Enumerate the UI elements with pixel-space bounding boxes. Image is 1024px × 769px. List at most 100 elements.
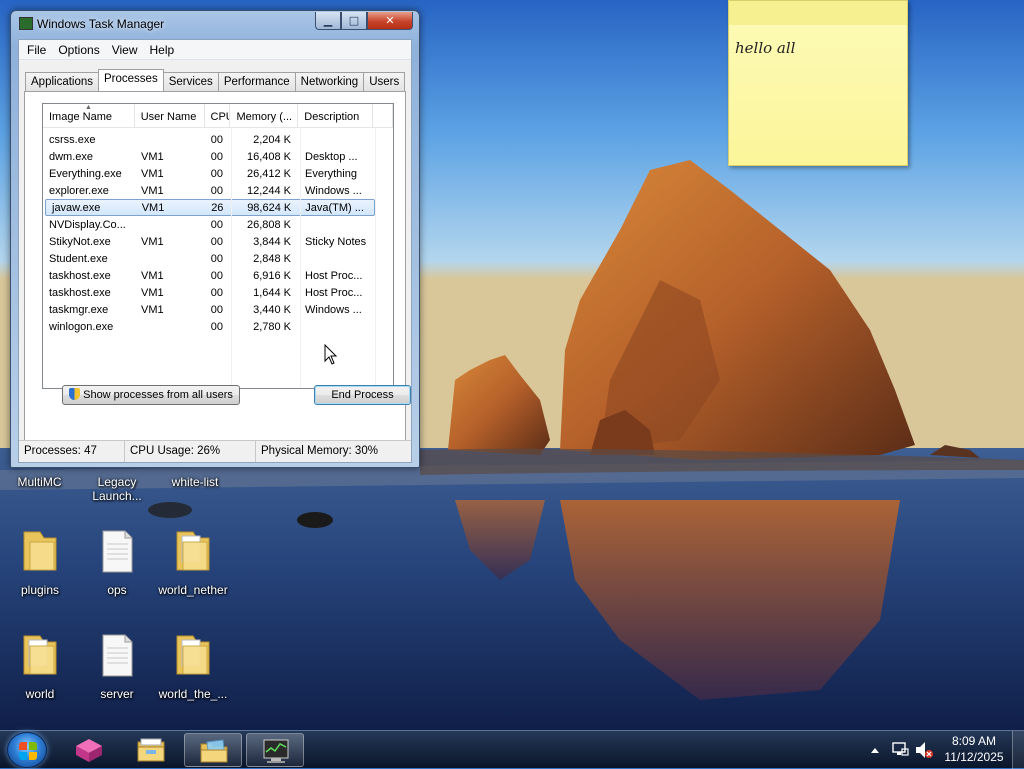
tab-services[interactable]: Services	[162, 72, 219, 91]
desktop-icon-label: world_nether	[158, 583, 228, 597]
process-user-name: VM1	[141, 201, 165, 214]
minimize-button[interactable]: ▁	[315, 12, 341, 30]
menu-bar: File Options View Help	[19, 40, 411, 60]
process-description: Sticky Notes	[305, 235, 367, 248]
clock-time: 8:09 AM	[951, 734, 997, 748]
process-image-name: StikyNot.exe	[49, 235, 111, 248]
column-image-name[interactable]: ▲ Image Name	[43, 104, 135, 127]
process-image-name: NVDisplay.Co...	[49, 218, 126, 231]
taskbar-task-manager[interactable]	[246, 733, 304, 767]
desktop-label-legacy-launcher[interactable]: Legacy Launch...	[88, 475, 146, 503]
sticky-note-text[interactable]: hello all	[735, 39, 795, 57]
process-description: Windows ...	[305, 184, 362, 197]
status-processes: Processes: 47	[19, 441, 125, 462]
process-list[interactable]: ▲Image Name User Name CPU Memory (... De…	[42, 103, 394, 389]
process-memory: 3,844 K	[253, 235, 291, 248]
tab-networking[interactable]: Networking	[294, 72, 365, 91]
desktop-label-multimc[interactable]: MultiMC	[12, 475, 67, 489]
show-all-processes-button[interactable]: Show processes from all users	[62, 385, 240, 405]
desktop-icon-label: world	[25, 687, 55, 701]
sticky-note-titlebar[interactable]	[729, 1, 907, 25]
process-description: Windows ...	[305, 303, 362, 316]
process-cpu: 00	[210, 133, 223, 146]
process-memory: 1,644 K	[253, 286, 291, 299]
table-row[interactable]: taskmgr.exe VM1 00 3,440 K Windows ...	[43, 301, 393, 318]
process-cpu: 00	[210, 235, 223, 248]
menu-help[interactable]: Help	[144, 43, 181, 57]
desktop-icon-world-nether[interactable]: world_nether	[153, 528, 233, 597]
process-image-name: taskmgr.exe	[49, 303, 109, 316]
process-cpu: 00	[210, 150, 223, 163]
table-row[interactable]: Everything.exe VM1 00 26,412 K Everything	[43, 165, 393, 182]
process-list-header: ▲Image Name User Name CPU Memory (... De…	[43, 104, 393, 128]
start-button[interactable]	[7, 732, 47, 768]
process-cpu: 00	[210, 286, 223, 299]
process-cpu: 00	[210, 218, 223, 231]
process-user-name: VM1	[141, 303, 164, 316]
process-description: Everything	[305, 167, 357, 180]
tab-users[interactable]: Users	[363, 72, 406, 91]
desktop-icon-server[interactable]: server	[77, 632, 157, 701]
column-user-name[interactable]: User Name	[135, 104, 205, 127]
desktop-icon-label: plugins	[20, 583, 60, 597]
process-description: Desktop ...	[305, 150, 358, 163]
process-memory: 26,808 K	[246, 218, 291, 231]
column-memory[interactable]: Memory (...	[230, 104, 299, 127]
desktop-icon-ops[interactable]: ops	[77, 528, 157, 597]
sort-ascending-icon: ▲	[85, 104, 92, 111]
show-hidden-icons-arrow[interactable]	[868, 731, 882, 769]
table-row[interactable]: winlogon.exe 00 2,780 K	[43, 318, 393, 335]
table-row[interactable]: explorer.exe VM1 00 12,244 K Windows ...	[43, 182, 393, 199]
process-description: Host Proc...	[305, 269, 363, 282]
menu-file[interactable]: File	[21, 43, 52, 57]
desktop-icon-plugins[interactable]: plugins	[0, 528, 80, 597]
column-cpu[interactable]: CPU	[205, 104, 231, 127]
taskbar-folder-window[interactable]	[184, 733, 242, 767]
volume-muted-icon[interactable]	[914, 731, 934, 769]
process-memory: 2,848 K	[253, 252, 291, 265]
table-row[interactable]: taskhost.exe VM1 00 1,644 K Host Proc...	[43, 284, 393, 301]
desktop-label-white-list[interactable]: white-list	[165, 475, 225, 489]
column-description[interactable]: Description	[298, 104, 374, 127]
folder-icon	[176, 531, 210, 571]
windows-logo-icon	[19, 742, 37, 760]
network-icon[interactable]	[890, 731, 910, 769]
process-cpu: 00	[210, 269, 223, 282]
desktop-icon-world[interactable]: world	[0, 632, 80, 701]
column-divider	[231, 128, 232, 388]
caption-buttons: ▁ □ ✕	[315, 12, 413, 30]
task-manager-window[interactable]: Windows Task Manager ▁ □ ✕ File Options …	[10, 10, 420, 468]
tab-processes[interactable]: Processes	[98, 69, 164, 91]
process-user-name: VM1	[141, 269, 164, 282]
menu-options[interactable]: Options	[52, 43, 105, 57]
process-image-name: csrss.exe	[49, 133, 96, 146]
process-user-name: VM1	[141, 150, 164, 163]
desktop-icon-world-the-end[interactable]: world_the_...	[153, 632, 233, 701]
end-process-button[interactable]: End Process	[314, 385, 411, 405]
process-memory: 12,244 K	[246, 184, 291, 197]
table-row[interactable]: csrss.exe 00 2,204 K	[43, 131, 393, 148]
taskbar-clock[interactable]: 8:09 AM 11/12/2025	[940, 733, 1008, 765]
taskbar-file-explorer[interactable]	[122, 733, 180, 767]
tab-performance[interactable]: Performance	[217, 72, 296, 91]
tab-applications[interactable]: Applications	[25, 72, 100, 91]
table-row[interactable]: NVDisplay.Co... 00 26,808 K	[43, 216, 393, 233]
process-memory: 16,408 K	[246, 150, 291, 163]
table-row[interactable]: Student.exe 00 2,848 K	[43, 250, 393, 267]
cube-app-icon	[76, 739, 102, 762]
window-title: Windows Task Manager	[37, 17, 165, 31]
process-cpu: 00	[210, 184, 223, 197]
close-button[interactable]: ✕	[367, 12, 413, 30]
table-row[interactable]: dwm.exe VM1 00 16,408 K Desktop ...	[43, 148, 393, 165]
table-row[interactable]: taskhost.exe VM1 00 6,916 K Host Proc...	[43, 267, 393, 284]
sticky-note[interactable]: hello all	[728, 0, 908, 166]
table-row[interactable]: javaw.exe VM1 26 98,624 K Java(TM) ...	[45, 199, 375, 216]
show-desktop-button[interactable]	[1012, 731, 1024, 769]
menu-view[interactable]: View	[106, 43, 144, 57]
taskbar-cube-app[interactable]	[60, 733, 118, 767]
process-image-name: javaw.exe	[52, 201, 101, 214]
table-row[interactable]: StikyNot.exe VM1 00 3,844 K Sticky Notes	[43, 233, 393, 250]
process-image-name: taskhost.exe	[49, 269, 111, 282]
taskbar: 8:09 AM 11/12/2025	[0, 730, 1024, 769]
maximize-button[interactable]: □	[341, 12, 367, 30]
